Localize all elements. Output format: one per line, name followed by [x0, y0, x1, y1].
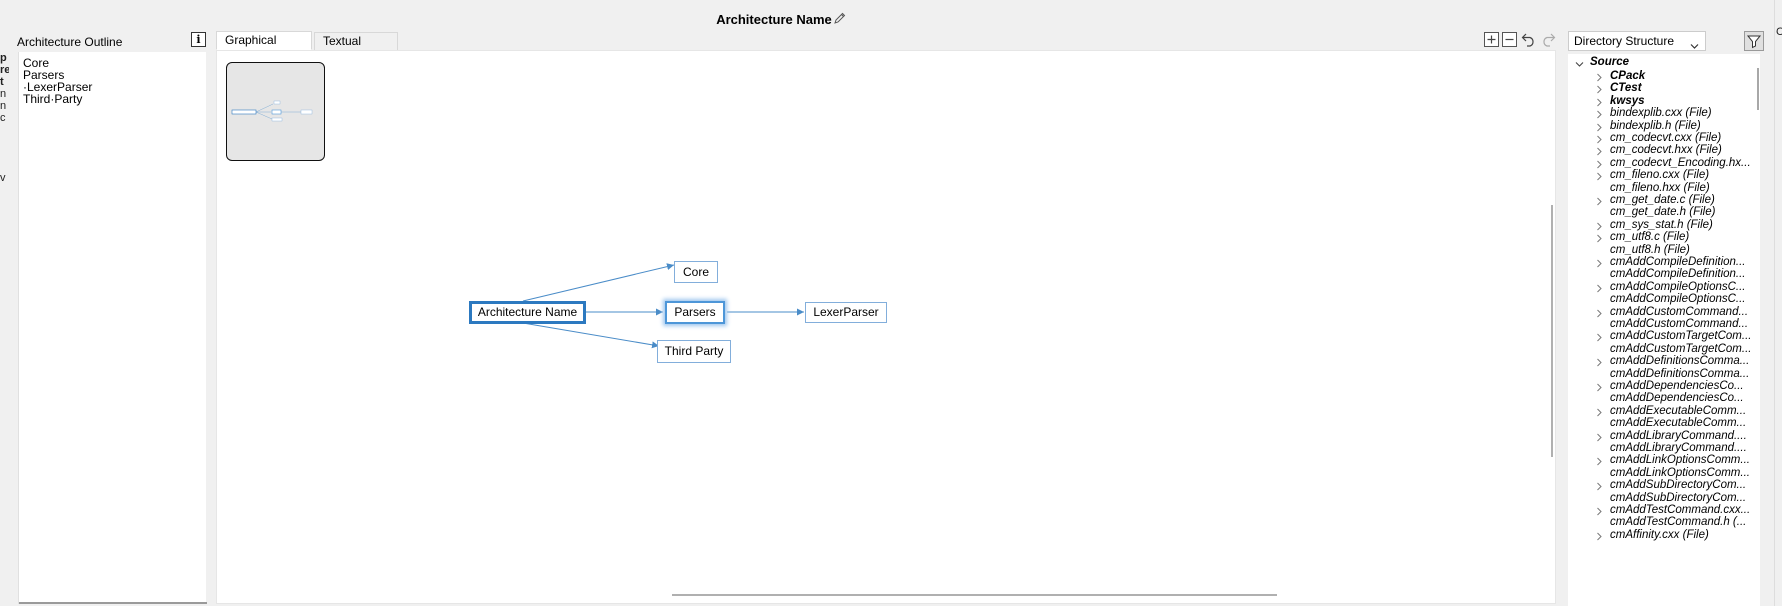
- filter-icon[interactable]: [1744, 31, 1764, 51]
- edge-root-core: [522, 263, 675, 302]
- left-clipped-window: p re t n n c v: [0, 0, 9, 606]
- clipped-text: re: [0, 64, 9, 76]
- clipped-text: n: [0, 88, 7, 100]
- tree-item-label: cmAffinity.cxx (File): [1610, 528, 1709, 541]
- graph-canvas[interactable]: Architecture Name Core Parsers Third Par…: [216, 50, 1556, 604]
- redo-icon[interactable]: [1540, 32, 1556, 47]
- architecture-title: Architecture Name: [190, 8, 1372, 32]
- outline-panel: Core Parsers ·LexerParser Third·Party: [18, 52, 207, 604]
- clipped-text: n: [0, 100, 7, 112]
- chevron-down-icon[interactable]: [1575, 58, 1584, 69]
- tree-root-label: Source: [1590, 56, 1629, 68]
- clipped-text: C: [1776, 26, 1782, 38]
- tree-item[interactable]: cmAffinity.cxx (File): [1568, 528, 1758, 542]
- edge-root-third-party: [522, 322, 660, 349]
- clipped-text: c: [0, 112, 6, 124]
- graph-node-lexerparser[interactable]: LexerParser: [805, 302, 887, 323]
- edit-pencil-icon[interactable]: [834, 8, 846, 32]
- dropdown-selected: Directory Structure: [1574, 34, 1675, 48]
- graph-node-root[interactable]: Architecture Name: [469, 301, 586, 324]
- clipped-text: v: [0, 172, 6, 184]
- right-clipped-window: C: [1774, 0, 1782, 606]
- outline-scrollbar[interactable]: [19, 602, 207, 604]
- undo-icon[interactable]: [1521, 32, 1536, 47]
- zoom-in-icon[interactable]: [1484, 32, 1499, 47]
- graph-edges: [522, 263, 804, 349]
- chevron-down-icon: [1690, 37, 1699, 55]
- page-title: Architecture Name: [716, 12, 832, 27]
- zoom-out-icon[interactable]: [1502, 32, 1517, 47]
- clipped-text: p: [0, 52, 7, 64]
- graph-node-parsers[interactable]: Parsers: [665, 301, 725, 324]
- graph-node-core[interactable]: Core: [674, 261, 718, 283]
- outline-item-third-party[interactable]: Third·Party: [23, 92, 82, 106]
- tab-graphical-view[interactable]: Graphical View: [216, 31, 312, 64]
- canvas-horizontal-scrollbar[interactable]: [672, 594, 1277, 596]
- info-icon[interactable]: i: [191, 32, 206, 47]
- directory-structure-dropdown[interactable]: Directory Structure: [1568, 31, 1706, 51]
- tab-textual-view[interactable]: Textual View: [314, 32, 398, 65]
- chevron-right-icon[interactable]: [1596, 531, 1603, 542]
- canvas-vertical-scrollbar[interactable]: [1551, 205, 1553, 457]
- directory-tree[interactable]: Source CPack CTest kwsys bindexplib.cxx (Fi…: [1568, 54, 1760, 606]
- graph-node-third-party[interactable]: Third Party: [657, 340, 731, 363]
- outline-title: Architecture Outline: [17, 35, 123, 49]
- tree-scrollbar[interactable]: [1757, 68, 1759, 110]
- outline-header: Architecture Outline i: [15, 32, 208, 52]
- tree-root-source[interactable]: Source: [1568, 55, 1758, 69]
- clipped-text: t: [0, 76, 4, 88]
